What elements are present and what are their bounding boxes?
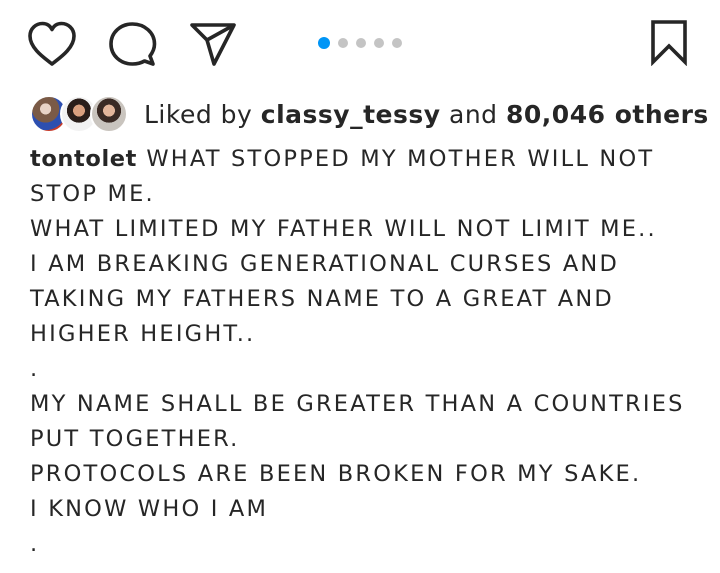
caption-first-line: tontolet WHAT STOPPED MY MOTHER WILL NOT… [30, 142, 700, 212]
caption-username[interactable]: tontolet [30, 146, 137, 172]
caption-line: HIGHER HEIGHT.. [30, 321, 256, 347]
carousel-dot [338, 38, 348, 48]
avatar [90, 95, 128, 133]
caption-line: . [30, 531, 40, 557]
carousel-dot [374, 38, 384, 48]
carousel-dot [356, 38, 366, 48]
caption-line: MY NAME SHALL BE GREATER THAN A COUNTRIE… [30, 391, 685, 417]
liker-avatars[interactable] [30, 94, 130, 134]
carousel-indicator [318, 36, 402, 50]
caption-line: PROTOCOLS ARE BEEN BROKEN FOR MY SAKE. [30, 461, 642, 487]
likes-prefix: Liked by [144, 99, 253, 129]
likes-joiner: and [449, 99, 498, 129]
likes-count[interactable]: 80,046 others [506, 100, 709, 129]
liker-username[interactable]: classy_tessy [261, 100, 441, 129]
likes-text: Liked by classy_tessy and 80,046 others [144, 100, 709, 129]
caption-line: I AM BREAKING GENERATIONAL CURSES AND [30, 251, 619, 277]
caption-line: I KNOW WHO I AM [30, 496, 269, 522]
paper-plane-icon[interactable] [188, 20, 238, 68]
likes-summary: Liked by classy_tessy and 80,046 others [30, 94, 709, 134]
carousel-dot-active [318, 37, 330, 49]
carousel-dot [392, 38, 402, 48]
post-action-bar [0, 0, 720, 90]
post-caption: tontolet WHAT STOPPED MY MOTHER WILL NOT… [30, 142, 700, 562]
caption-line: . [30, 356, 40, 382]
comment-icon[interactable] [107, 20, 157, 68]
bookmark-icon[interactable] [647, 18, 691, 66]
heart-icon[interactable] [26, 20, 78, 68]
caption-line: PUT TOGETHER. [30, 426, 240, 452]
caption-line: WHAT LIMITED MY FATHER WILL NOT LIMIT ME… [30, 216, 657, 242]
caption-line: TAKING MY FATHERS NAME TO A GREAT AND [30, 286, 614, 312]
